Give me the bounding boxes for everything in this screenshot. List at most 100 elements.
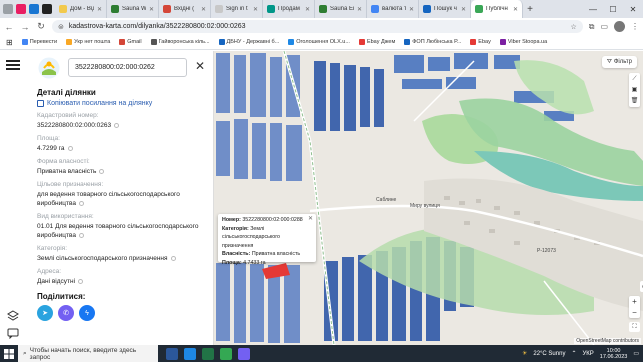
browser-tab[interactable]: Sign in t ✕ bbox=[211, 0, 263, 18]
messenger-icon[interactable]: ϟ bbox=[79, 305, 95, 321]
reload-icon[interactable]: ↻ bbox=[36, 21, 46, 32]
pinned-tab-icon[interactable] bbox=[42, 4, 52, 14]
bookmark-item[interactable]: Оголошення OLX.u... bbox=[288, 39, 350, 45]
info-icon[interactable] bbox=[170, 255, 176, 261]
taskbar-app-icon[interactable] bbox=[184, 347, 196, 360]
bookmark-item[interactable]: Ebay Джем bbox=[358, 39, 395, 45]
apps-grid-icon[interactable]: ⊞ bbox=[6, 38, 13, 47]
close-window-button[interactable]: ✕ bbox=[623, 5, 643, 14]
bookmark-item[interactable]: Gmail bbox=[119, 39, 142, 45]
weather-icon[interactable]: ☀ bbox=[522, 350, 527, 357]
taskbar-app-icon[interactable] bbox=[220, 347, 232, 360]
minimize-button[interactable]: — bbox=[583, 5, 603, 14]
taskbar-app-icon[interactable] bbox=[166, 347, 178, 360]
tab-close-icon[interactable]: ✕ bbox=[357, 6, 362, 13]
menu-icon[interactable]: ⋮ bbox=[631, 22, 639, 31]
info-icon[interactable] bbox=[78, 200, 84, 206]
bookmark-label: Укр нет пошта bbox=[74, 39, 111, 45]
bookmark-favicon-icon bbox=[119, 39, 126, 45]
start-button[interactable] bbox=[0, 348, 18, 359]
browser-tab[interactable]: Вхідні (✕ bbox=[159, 0, 211, 18]
popup-value: 3522280800:02:000:0288 bbox=[242, 217, 303, 223]
draw-polygon-icon[interactable]: ▣ bbox=[632, 86, 638, 94]
cadastral-map[interactable]: ✕ Номер: 3522280800:02:000:0288 Категорія… bbox=[214, 51, 643, 345]
trash-icon[interactable]: 🗑 bbox=[631, 97, 639, 105]
viber-icon[interactable]: ✆ bbox=[58, 305, 74, 321]
window-controls: — ☐ ✕ bbox=[583, 0, 643, 18]
site-logo[interactable] bbox=[38, 57, 60, 79]
profile-avatar[interactable] bbox=[614, 21, 625, 32]
tab-close-icon[interactable]: ✕ bbox=[149, 6, 154, 13]
map-canvas[interactable] bbox=[214, 51, 643, 345]
site-info-icon[interactable]: ⊜ bbox=[58, 23, 64, 31]
windows-logo-icon bbox=[4, 348, 14, 359]
new-tab-button[interactable]: + bbox=[523, 0, 537, 18]
bookmark-favicon-icon bbox=[218, 39, 225, 45]
hamburger-menu-icon[interactable] bbox=[6, 60, 20, 70]
draw-line-icon[interactable]: ⟋ bbox=[632, 75, 636, 83]
zoom-out-button[interactable]: − bbox=[632, 307, 637, 318]
tab-close-icon[interactable]: ✕ bbox=[305, 6, 310, 13]
bookmark-item[interactable]: ФОП Любінська Р... bbox=[404, 39, 461, 45]
layers-icon[interactable] bbox=[7, 310, 19, 322]
weather-text[interactable]: 22°C Sunny bbox=[533, 351, 565, 357]
language-indicator[interactable]: УКР bbox=[582, 351, 593, 357]
tab-close-icon[interactable]: ✕ bbox=[409, 6, 414, 13]
filter-button[interactable]: ⛛ Фільтр bbox=[601, 56, 637, 68]
maximize-button[interactable]: ☐ bbox=[603, 5, 623, 14]
zoom-in-button[interactable]: + bbox=[632, 296, 637, 307]
info-icon[interactable] bbox=[114, 122, 120, 128]
pinned-tab-icon[interactable] bbox=[16, 4, 26, 14]
pinned-tab-icon[interactable] bbox=[29, 4, 39, 14]
close-icon[interactable]: ✕ bbox=[195, 60, 205, 72]
fullscreen-icon[interactable]: ⛶ bbox=[629, 322, 640, 332]
browser-tab[interactable]: Sauna Ei ✕ bbox=[315, 0, 367, 18]
browser-tab[interactable]: Публічн ✕ bbox=[471, 0, 523, 18]
bookmark-item[interactable]: Viber Stoopa.ua bbox=[499, 39, 547, 45]
browser-tab[interactable]: Пошук ч ✕ bbox=[419, 0, 471, 18]
bookmark-item[interactable]: Ebay bbox=[470, 39, 491, 45]
tray-arrow-icon[interactable]: ⌃ bbox=[571, 350, 576, 357]
popup-close-icon[interactable]: ✕ bbox=[308, 215, 313, 224]
notifications-icon[interactable]: ▭ bbox=[633, 350, 639, 357]
taskbar-app-icon[interactable] bbox=[238, 347, 250, 360]
sidepanel-icon[interactable]: ▭ bbox=[600, 22, 608, 31]
tab-close-icon[interactable]: ✕ bbox=[513, 6, 518, 13]
browser-tab[interactable]: Продам ✕ bbox=[263, 0, 315, 18]
popup-row: Площа: 4.7433 га bbox=[222, 259, 312, 268]
browser-tab[interactable]: Sauna W ✕ bbox=[107, 0, 159, 18]
extensions-icon[interactable]: ⧉ bbox=[589, 22, 595, 32]
detail-field: Вид використання: 01.01 Для ведення товар… bbox=[37, 213, 209, 240]
tab-search-icon[interactable] bbox=[3, 4, 13, 14]
info-icon[interactable] bbox=[78, 232, 84, 238]
bookmark-label: Оголошення OLX.u... bbox=[296, 39, 350, 45]
browser-tab[interactable]: Дом - Відд✕ bbox=[55, 0, 107, 18]
tab-close-icon[interactable]: ✕ bbox=[461, 6, 466, 13]
url-field[interactable]: ⊜ kadastrova-karta.com/dilyanka/35222808… bbox=[52, 20, 583, 33]
bookmark-item[interactable]: Перевести bbox=[21, 39, 57, 45]
tab-close-icon[interactable]: ✕ bbox=[97, 6, 102, 13]
telegram-icon[interactable]: ➤ bbox=[37, 305, 53, 321]
info-icon[interactable] bbox=[78, 278, 84, 284]
tab-close-icon[interactable]: ✕ bbox=[253, 6, 258, 13]
back-icon[interactable]: ← bbox=[4, 22, 14, 32]
map-attribution[interactable]: OpenStreetMap contributors bbox=[574, 338, 641, 344]
chat-icon[interactable] bbox=[7, 327, 19, 339]
forward-icon[interactable]: → bbox=[20, 22, 30, 32]
popup-key: Власність: bbox=[222, 251, 251, 257]
taskbar-app-icon[interactable] bbox=[202, 347, 214, 360]
browser-tab[interactable]: валюта т ✕ bbox=[367, 0, 419, 18]
info-icon[interactable] bbox=[99, 168, 105, 174]
tab-close-icon[interactable]: ✕ bbox=[201, 6, 206, 13]
bookmark-item[interactable]: Гайворонська кіль... bbox=[150, 39, 210, 45]
bookmark-item[interactable]: ДБНУ - Державні б... bbox=[218, 39, 279, 45]
copy-link-button[interactable]: Копіювати посилання на ділянку bbox=[37, 100, 209, 107]
taskbar-search[interactable]: ⌕ Чтобы начать поиск, введите здесь запр… bbox=[18, 345, 158, 362]
field-value: Землі сільськогосподарського призначення bbox=[37, 254, 209, 263]
clock[interactable]: 10:00 17.06.2023 bbox=[600, 348, 628, 360]
info-icon[interactable] bbox=[67, 145, 73, 151]
bookmark-favicon-icon bbox=[470, 39, 477, 45]
cadastral-search-input[interactable]: 3522280800:02:000:0262 bbox=[68, 58, 187, 77]
bookmark-item[interactable]: Укр нет пошта bbox=[66, 39, 110, 45]
bookmark-star-icon[interactable]: ☆ bbox=[570, 23, 576, 31]
